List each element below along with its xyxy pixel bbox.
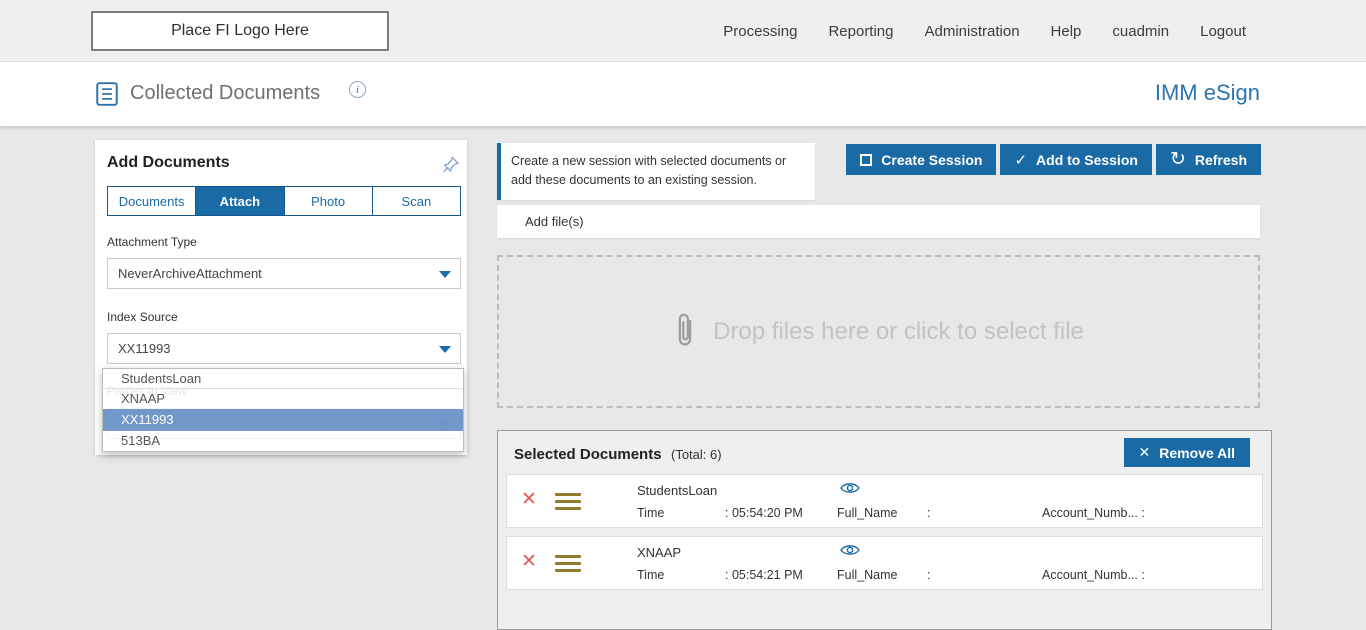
selected-documents-title: Selected Documents bbox=[514, 446, 662, 463]
fi-logo-text: Place FI Logo Here bbox=[171, 22, 309, 39]
brand-imm-esign: IMM eSign bbox=[1154, 80, 1260, 105]
top-bar: Place FI Logo Here Processing Reporting … bbox=[0, 0, 1366, 62]
info-icon[interactable]: i bbox=[349, 81, 366, 98]
index-source-options-list: StudentsLoan XNAAP XX11993 513BA bbox=[102, 368, 464, 452]
index-source-select[interactable]: XX11993 bbox=[107, 333, 461, 364]
remove-all-button[interactable]: ✕ Remove All bbox=[1123, 438, 1250, 467]
index-source-label: Index Source bbox=[107, 310, 178, 324]
selected-documents-panel: Selected Documents (Total: 6) ✕ Remove A… bbox=[497, 430, 1272, 630]
attachment-type-select[interactable]: NeverArchiveAttachment bbox=[107, 258, 461, 289]
collected-documents-icon bbox=[95, 81, 119, 112]
nav-username[interactable]: cuadmin bbox=[1112, 23, 1169, 40]
paperclip-icon bbox=[673, 309, 697, 354]
preview-eye-icon[interactable] bbox=[840, 543, 860, 562]
nav-administration[interactable]: Administration bbox=[925, 23, 1020, 40]
refresh-label: Refresh bbox=[1194, 151, 1247, 168]
attachment-type-value: NeverArchiveAttachment bbox=[118, 266, 262, 281]
nav-help[interactable]: Help bbox=[1051, 23, 1082, 40]
add-documents-card: Add Documents Documents Attach Photo Sca… bbox=[95, 140, 467, 455]
check-icon: ✓ bbox=[1014, 151, 1028, 169]
info-icon-glyph: i bbox=[355, 83, 360, 96]
table-row: ✕ XNAAP Time : 05:54:21 PM Full_Name : A… bbox=[506, 536, 1263, 590]
time-value: : 05:54:21 PM bbox=[725, 568, 803, 582]
page-header: Collected Documents i IMM eSign bbox=[0, 62, 1366, 126]
time-label: Time bbox=[637, 568, 665, 582]
file-dropzone[interactable]: Drop files here or click to select file bbox=[497, 255, 1260, 408]
refresh-icon: ↻ bbox=[1169, 149, 1186, 170]
tab-documents[interactable]: Documents bbox=[108, 187, 197, 215]
add-documents-title: Add Documents bbox=[107, 154, 230, 171]
option-xnaap[interactable]: XNAAP bbox=[103, 389, 463, 409]
add-to-session-button[interactable]: ✓ Add to Session bbox=[1000, 144, 1152, 175]
add-documents-tabs: Documents Attach Photo Scan bbox=[107, 186, 461, 216]
document-name: XNAAP bbox=[637, 545, 682, 560]
fi-logo-placeholder: Place FI Logo Here bbox=[91, 11, 389, 51]
pushpin-icon[interactable] bbox=[441, 153, 461, 181]
account-number-label: Account_Numb... : bbox=[1042, 568, 1145, 582]
preview-eye-icon[interactable] bbox=[840, 481, 860, 500]
fullname-label: Full_Name bbox=[837, 506, 898, 520]
add-to-session-label: Add to Session bbox=[1036, 151, 1138, 168]
page-title: Collected Documents bbox=[130, 82, 321, 104]
account-number-label: Account_Numb... : bbox=[1042, 506, 1145, 520]
chevron-down-icon bbox=[439, 271, 451, 278]
drag-handle-icon[interactable] bbox=[555, 555, 581, 572]
refresh-button[interactable]: ↻ Refresh bbox=[1155, 144, 1261, 175]
session-info-note: Create a new session with selected docum… bbox=[497, 143, 815, 200]
checkbox-icon bbox=[860, 153, 873, 166]
close-icon: ✕ bbox=[1138, 444, 1151, 460]
drag-handle-icon[interactable] bbox=[555, 493, 581, 510]
fullname-value: : bbox=[927, 506, 931, 520]
option-513ba[interactable]: 513BA bbox=[103, 431, 463, 451]
option-xx11993[interactable]: XX11993 bbox=[103, 409, 463, 431]
tab-attach[interactable]: Attach bbox=[196, 187, 285, 215]
fullname-label: Full_Name bbox=[837, 568, 898, 582]
remove-document-icon[interactable]: ✕ bbox=[521, 490, 537, 509]
create-session-button[interactable]: Create Session bbox=[846, 144, 997, 175]
add-files-label: Add file(s) bbox=[525, 214, 584, 229]
time-value: : 05:54:20 PM bbox=[725, 506, 803, 520]
nav-reporting[interactable]: Reporting bbox=[828, 23, 893, 40]
add-files-bar[interactable]: Add file(s) bbox=[497, 205, 1260, 238]
tab-scan[interactable]: Scan bbox=[372, 187, 460, 215]
remove-all-label: Remove All bbox=[1159, 444, 1235, 461]
option-studentsloan[interactable]: StudentsLoan bbox=[103, 369, 463, 389]
nav-processing[interactable]: Processing bbox=[723, 23, 797, 40]
session-action-buttons: Create Session ✓ Add to Session ↻ Refres… bbox=[846, 144, 1261, 175]
selected-documents-total: (Total: 6) bbox=[671, 447, 722, 462]
create-session-label: Create Session bbox=[881, 151, 983, 168]
nav-logout[interactable]: Logout bbox=[1200, 23, 1246, 40]
selected-documents-header: Selected Documents (Total: 6) ✕ Remove A… bbox=[498, 431, 1271, 474]
time-label: Time bbox=[637, 506, 665, 520]
index-source-value: XX11993 bbox=[118, 341, 171, 356]
chevron-down-icon bbox=[439, 346, 451, 353]
dropzone-text: Drop files here or click to select file bbox=[713, 317, 1084, 345]
fullname-value: : bbox=[927, 568, 931, 582]
tab-photo[interactable]: Photo bbox=[284, 187, 373, 215]
attachment-type-label: Attachment Type bbox=[107, 235, 197, 249]
document-name: StudentsLoan bbox=[637, 483, 718, 498]
remove-document-icon[interactable]: ✕ bbox=[521, 552, 537, 571]
table-row: ✕ StudentsLoan Time : 05:54:20 PM Full_N… bbox=[506, 474, 1263, 528]
top-navigation: Processing Reporting Administration Help… bbox=[723, 0, 1246, 62]
